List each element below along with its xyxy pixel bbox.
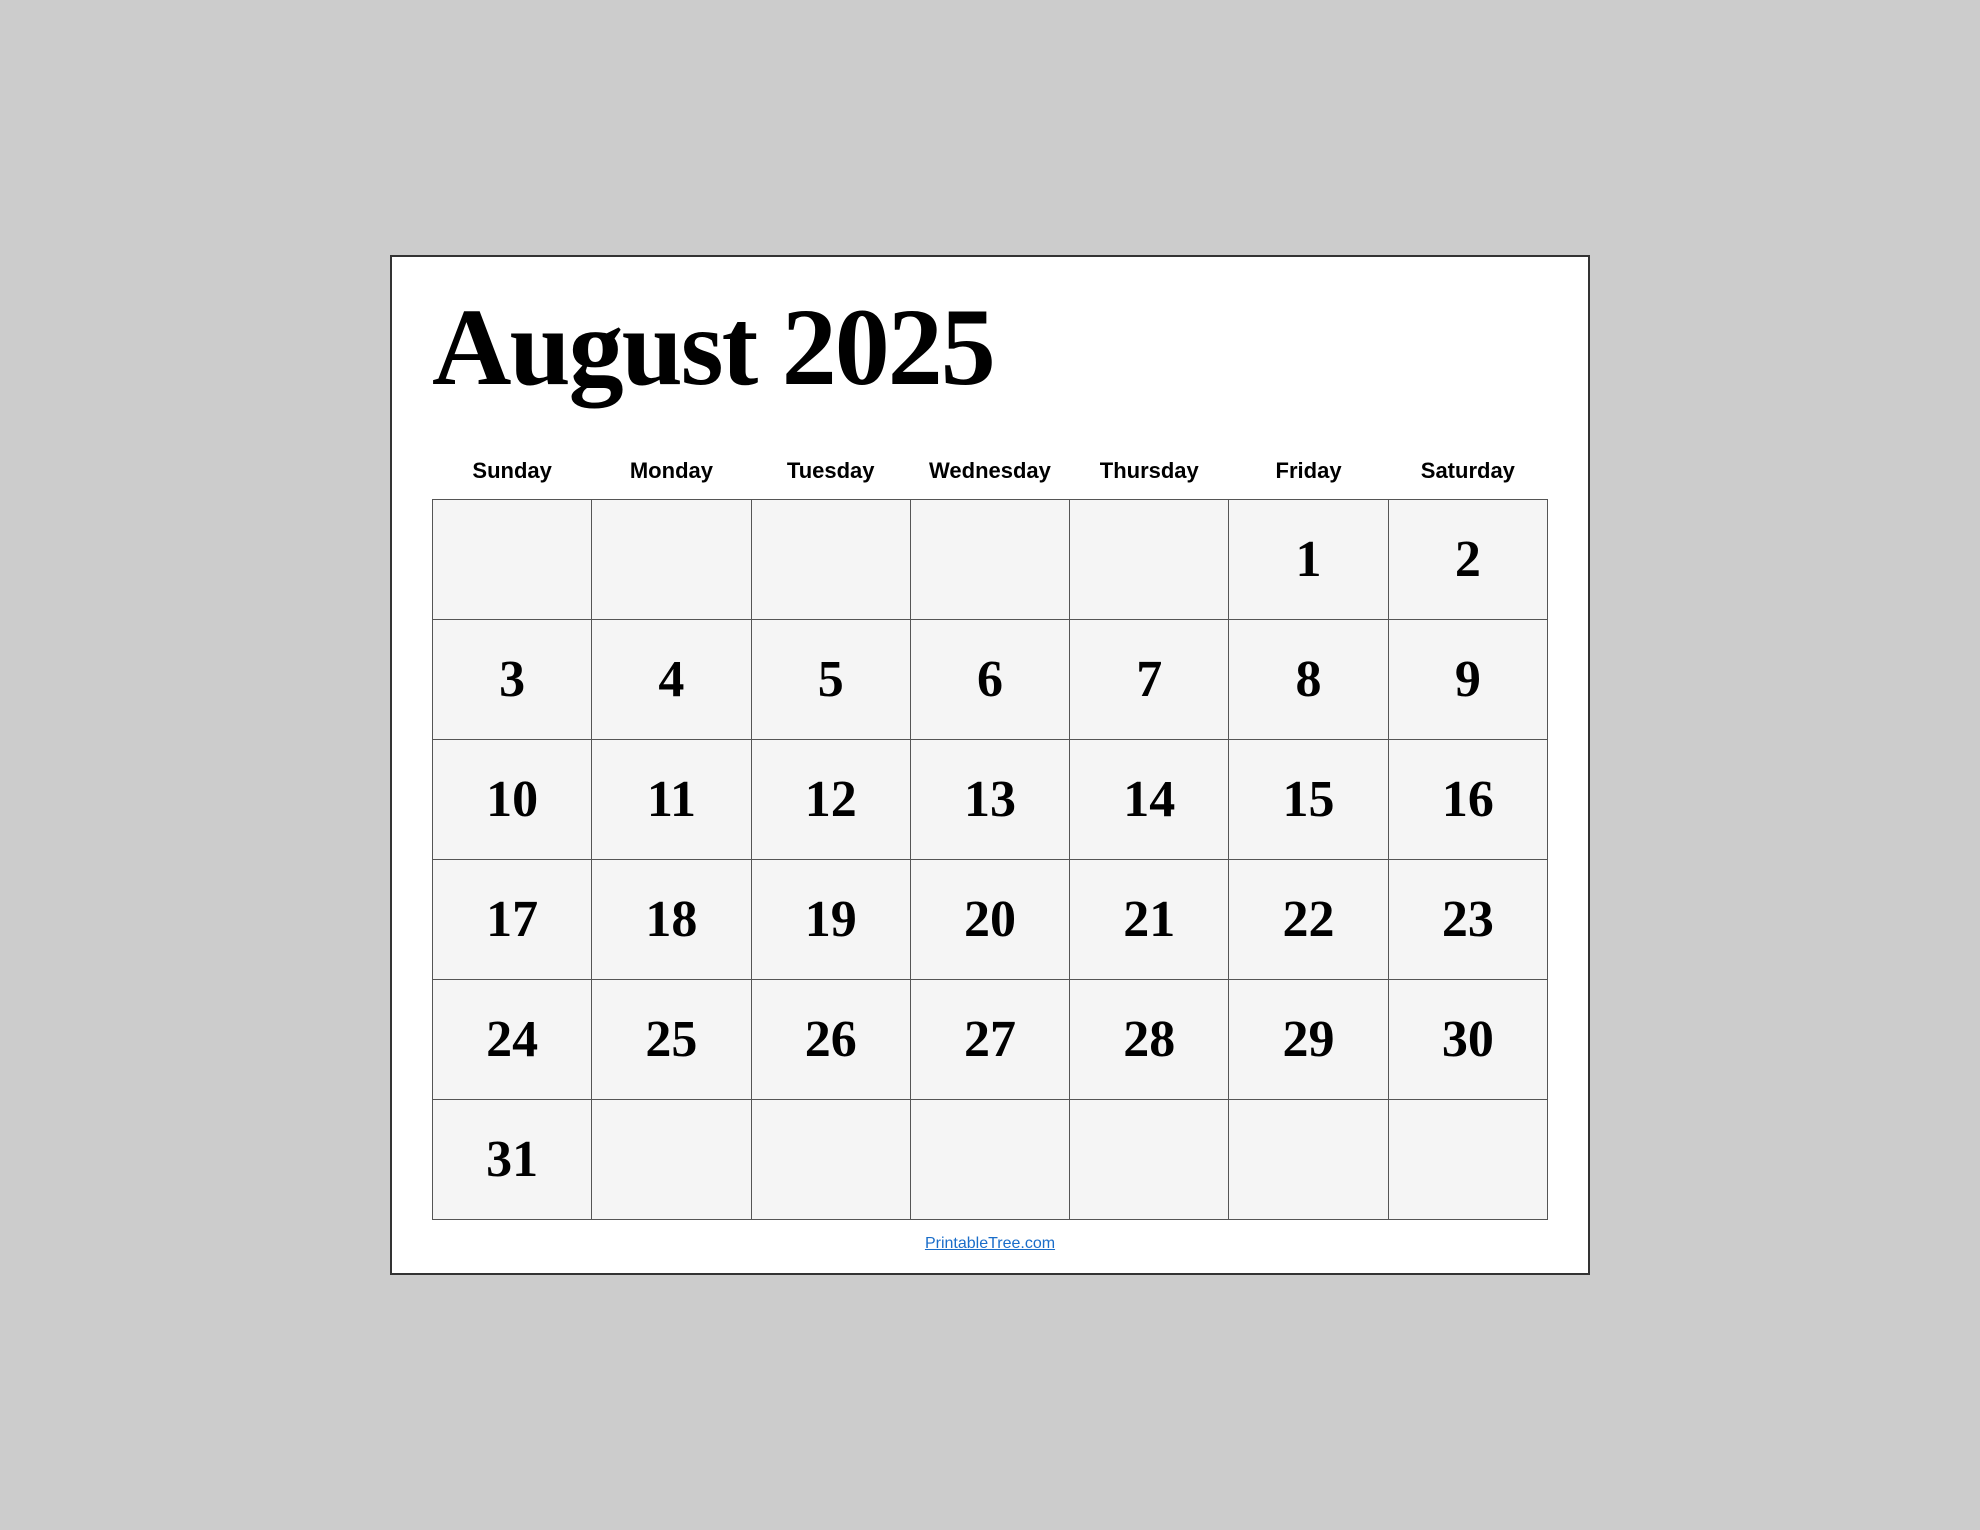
calendar-day-cell[interactable]: 19 — [751, 860, 910, 980]
calendar-week-row: 17 18 19 20 21 22 23 — [433, 860, 1548, 980]
calendar-day-cell[interactable]: 4 — [592, 620, 751, 740]
calendar-day-cell[interactable]: 10 — [433, 740, 592, 860]
calendar-day-cell[interactable]: 14 — [1070, 740, 1229, 860]
day-number: 21 — [1085, 872, 1213, 967]
day-number: 6 — [926, 632, 1054, 727]
calendar-day-cell[interactable]: 27 — [910, 980, 1069, 1100]
calendar-day-cell[interactable]: 24 — [433, 980, 592, 1100]
day-of-week-header: Wednesday — [910, 448, 1069, 500]
day-number: 20 — [926, 872, 1054, 967]
day-number: 11 — [607, 752, 735, 847]
day-number: 1 — [1244, 512, 1372, 607]
calendar-day-cell[interactable]: 18 — [592, 860, 751, 980]
calendar-day-cell[interactable]: 26 — [751, 980, 910, 1100]
day-number: 31 — [448, 1112, 576, 1207]
calendar-container: August 2025 SundayMondayTuesdayWednesday… — [390, 255, 1590, 1275]
day-number: 18 — [607, 872, 735, 967]
calendar-week-row: 31 — [433, 1100, 1548, 1220]
calendar-day-cell[interactable]: 11 — [592, 740, 751, 860]
day-number: 25 — [607, 992, 735, 1087]
day-of-week-header: Sunday — [433, 448, 592, 500]
calendar-day-cell[interactable] — [1229, 1100, 1388, 1220]
calendar-day-cell[interactable]: 21 — [1070, 860, 1229, 980]
calendar-week-row: 10 11 12 13 14 15 16 — [433, 740, 1548, 860]
day-number: 12 — [767, 752, 895, 847]
calendar-day-cell[interactable]: 13 — [910, 740, 1069, 860]
calendar-day-cell[interactable]: 7 — [1070, 620, 1229, 740]
calendar-week-row: 12 — [433, 500, 1548, 620]
day-number: 22 — [1244, 872, 1372, 967]
calendar-day-cell[interactable]: 15 — [1229, 740, 1388, 860]
calendar-day-cell[interactable] — [1070, 1100, 1229, 1220]
footer-link[interactable]: PrintableTree.com — [925, 1235, 1055, 1252]
day-of-week-header: Saturday — [1388, 448, 1547, 500]
calendar-day-cell[interactable]: 29 — [1229, 980, 1388, 1100]
calendar-day-cell[interactable]: 1 — [1229, 500, 1388, 620]
calendar-week-row: 3456789 — [433, 620, 1548, 740]
day-number: 19 — [767, 872, 895, 967]
day-number: 23 — [1404, 872, 1532, 967]
days-of-week-row: SundayMondayTuesdayWednesdayThursdayFrid… — [433, 448, 1548, 500]
day-number: 27 — [926, 992, 1054, 1087]
calendar-day-cell[interactable]: 20 — [910, 860, 1069, 980]
day-number: 13 — [926, 752, 1054, 847]
day-number: 14 — [1085, 752, 1213, 847]
day-number: 17 — [448, 872, 576, 967]
day-number: 26 — [767, 992, 895, 1087]
calendar-day-cell[interactable]: 23 — [1388, 860, 1547, 980]
calendar-day-cell[interactable]: 5 — [751, 620, 910, 740]
day-number: 2 — [1404, 512, 1532, 607]
day-number: 29 — [1244, 992, 1372, 1087]
calendar-day-cell[interactable] — [433, 500, 592, 620]
calendar-day-cell[interactable]: 31 — [433, 1100, 592, 1220]
day-number: 3 — [448, 632, 576, 727]
day-number: 30 — [1404, 992, 1532, 1087]
day-number: 8 — [1244, 632, 1372, 727]
day-number: 7 — [1085, 632, 1213, 727]
calendar-grid: SundayMondayTuesdayWednesdayThursdayFrid… — [432, 448, 1548, 1220]
day-number: 28 — [1085, 992, 1213, 1087]
calendar-day-cell[interactable] — [1070, 500, 1229, 620]
day-of-week-header: Friday — [1229, 448, 1388, 500]
calendar-footer: PrintableTree.com — [432, 1235, 1548, 1253]
day-number: 16 — [1404, 752, 1532, 847]
calendar-day-cell[interactable]: 16 — [1388, 740, 1547, 860]
calendar-day-cell[interactable] — [910, 1100, 1069, 1220]
calendar-day-cell[interactable]: 28 — [1070, 980, 1229, 1100]
calendar-day-cell[interactable]: 17 — [433, 860, 592, 980]
calendar-day-cell[interactable]: 6 — [910, 620, 1069, 740]
calendar-day-cell[interactable] — [1388, 1100, 1547, 1220]
day-number: 15 — [1244, 752, 1372, 847]
calendar-day-cell[interactable]: 9 — [1388, 620, 1547, 740]
calendar-day-cell[interactable] — [751, 500, 910, 620]
calendar-day-cell[interactable] — [592, 500, 751, 620]
day-of-week-header: Monday — [592, 448, 751, 500]
calendar-day-cell[interactable]: 3 — [433, 620, 592, 740]
calendar-day-cell[interactable]: 25 — [592, 980, 751, 1100]
day-number: 24 — [448, 992, 576, 1087]
day-of-week-header: Tuesday — [751, 448, 910, 500]
day-number: 4 — [607, 632, 735, 727]
calendar-day-cell[interactable]: 30 — [1388, 980, 1547, 1100]
calendar-day-cell[interactable]: 22 — [1229, 860, 1388, 980]
calendar-day-cell[interactable] — [751, 1100, 910, 1220]
calendar-day-cell[interactable]: 2 — [1388, 500, 1547, 620]
day-of-week-header: Thursday — [1070, 448, 1229, 500]
calendar-day-cell[interactable] — [910, 500, 1069, 620]
calendar-day-cell[interactable] — [592, 1100, 751, 1220]
day-number: 10 — [448, 752, 576, 847]
calendar-week-row: 24 25 26 27 28 29 30 — [433, 980, 1548, 1100]
calendar-day-cell[interactable]: 12 — [751, 740, 910, 860]
calendar-day-cell[interactable]: 8 — [1229, 620, 1388, 740]
calendar-title: August 2025 — [432, 287, 1548, 408]
day-number: 9 — [1404, 632, 1532, 727]
day-number: 5 — [767, 632, 895, 727]
